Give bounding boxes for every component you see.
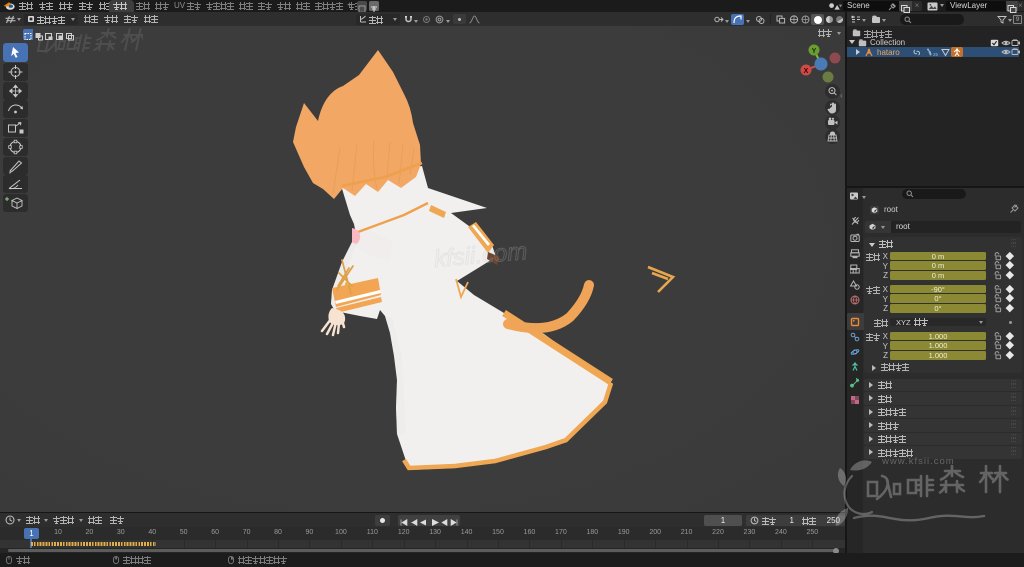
svg-text:25: 25 bbox=[933, 52, 939, 57]
svg-text:www.kfsii.com: www.kfsii.com bbox=[881, 456, 955, 467]
